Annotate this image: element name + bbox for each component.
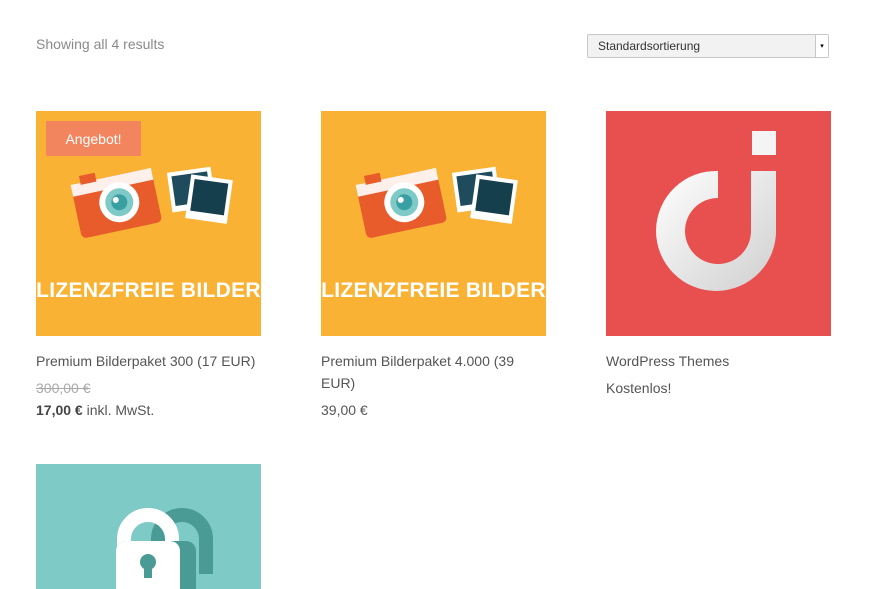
product-title[interactable]: Premium Bilderpaket 300 (17 EUR) xyxy=(36,350,262,372)
chevron-down-icon: ▾ xyxy=(815,35,828,57)
product-card: WordPress Themes Kostenlos! xyxy=(606,111,832,399)
product-image-link[interactable] xyxy=(606,111,831,336)
price: Kostenlos! xyxy=(606,380,672,396)
sale-badge: Angebot! xyxy=(46,121,141,156)
product-title[interactable]: WordPress Themes xyxy=(606,350,832,372)
image-caption: LIZENZFREIE BILDER xyxy=(321,279,546,302)
product-image-link[interactable] xyxy=(36,464,261,589)
product-image-link[interactable]: LIZENZFREIE BILDER xyxy=(321,111,546,336)
result-count: Showing all 4 results xyxy=(36,36,165,52)
product-card: Angebot! LIZENZFREIE BILDER Premium Bild… xyxy=(36,111,262,421)
price: 17,00 € inkl. MwSt. xyxy=(36,399,262,421)
image-caption: LIZENZFREIE BILDER xyxy=(36,279,261,302)
sale-price: 17,00 € xyxy=(36,402,83,418)
sort-selected-label: Standardsortierung xyxy=(598,39,701,53)
product-title[interactable]: Premium Bilderpaket 4.000 (39 EUR) xyxy=(321,350,547,394)
tax-note: inkl. MwSt. xyxy=(82,402,155,418)
product-image-link[interactable]: Angebot! LIZENZFREIE BILDER xyxy=(36,111,261,336)
product-card xyxy=(36,464,262,589)
price: 39,00 € xyxy=(321,402,368,418)
lock-icon xyxy=(36,464,261,589)
product-card: LIZENZFREIE BILDER Premium Bilderpaket 4… xyxy=(321,111,547,421)
old-price: 300,00 € xyxy=(36,380,91,396)
dj-logo-icon xyxy=(606,111,831,336)
sort-select[interactable]: Standardsortierung ▾ xyxy=(587,34,829,58)
